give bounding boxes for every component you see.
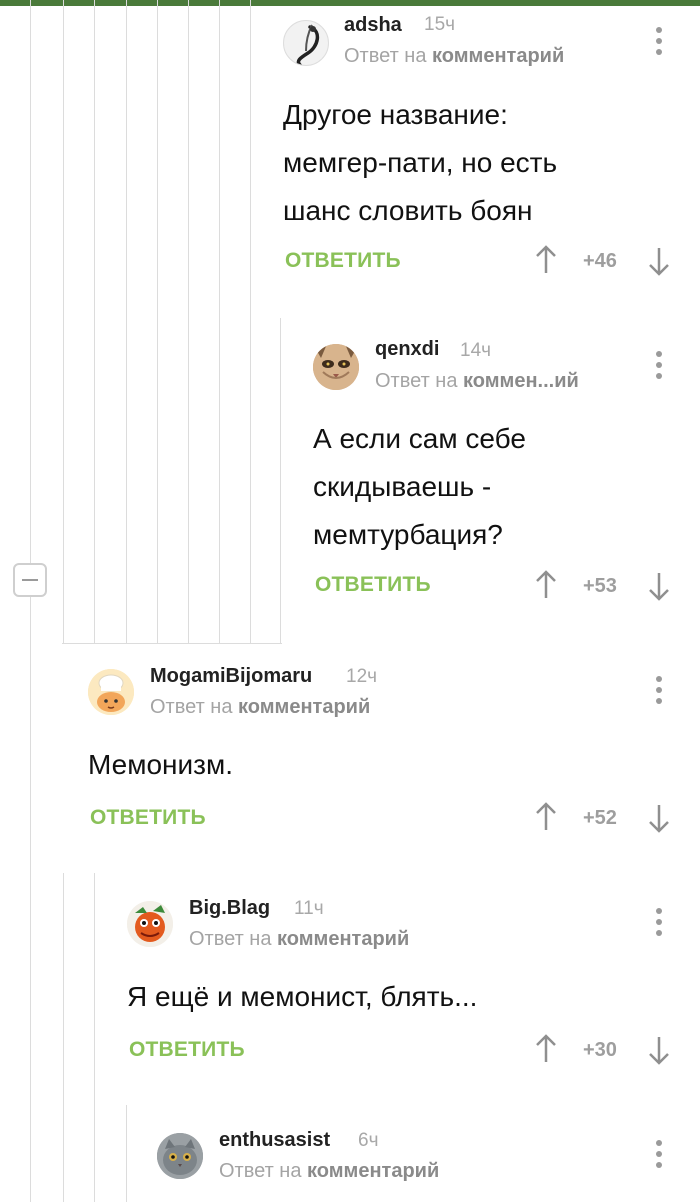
reply-to-prefix: Ответ на <box>219 1160 302 1182</box>
avatar[interactable] <box>157 1133 203 1179</box>
comment-time: 6ч <box>358 1130 379 1151</box>
comment: enthusasist 6ч Ответ на комментарий <box>0 0 700 1202</box>
gray-cat-icon <box>157 1133 203 1179</box>
reply-to-target[interactable]: комментарий <box>307 1160 439 1182</box>
author-name[interactable]: enthusasist <box>219 1129 330 1152</box>
more-menu-icon[interactable] <box>656 1140 662 1168</box>
reply-to-link[interactable]: Ответ на комментарий <box>219 1160 439 1183</box>
